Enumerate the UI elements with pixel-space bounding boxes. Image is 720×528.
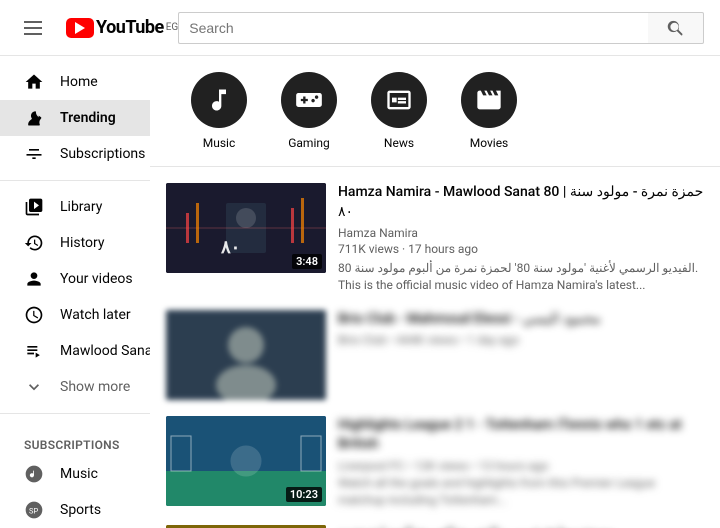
- trending-icon: [24, 108, 44, 128]
- hamburger-button[interactable]: [16, 13, 50, 43]
- yt-icon: [66, 18, 94, 38]
- video-channel-1: Hamza Namira: [338, 226, 704, 240]
- movies-label: Movies: [470, 136, 509, 150]
- video-item-2[interactable]: Brio Club - Mahmoud Elessi - محمود اليسي…: [150, 302, 720, 408]
- svg-text:SP: SP: [29, 506, 38, 515]
- music-icon: [205, 86, 233, 114]
- sub-music-icon: [24, 464, 44, 484]
- sidebar-item-history[interactable]: History: [0, 225, 150, 261]
- playlist-icon: [24, 341, 44, 361]
- news-label: News: [384, 136, 414, 150]
- sidebar-item-library[interactable]: Library: [0, 189, 150, 225]
- search-bar: [178, 12, 704, 44]
- app-layout: Home Trending Subscriptions Library His: [0, 56, 720, 528]
- show-more-label: Show more: [60, 379, 130, 395]
- video-info-2: Brio Club - Mahmoud Elessi - محمود اليسي…: [338, 310, 704, 400]
- video-item-4[interactable]: 8:15 وصفة مطبخ عربي - الشيرة العربية الم…: [150, 517, 720, 528]
- your-videos-icon: [24, 269, 44, 289]
- category-movies[interactable]: Movies: [444, 72, 534, 150]
- duration-badge-1: 3:48: [292, 254, 322, 269]
- sidebar-item-home[interactable]: Home: [0, 64, 150, 100]
- logo-country: EG: [166, 22, 179, 33]
- search-icon: [667, 19, 685, 37]
- sidebar-item-subscriptions[interactable]: Subscriptions: [0, 136, 150, 172]
- sidebar-label-library: Library: [60, 199, 102, 215]
- logo-text: YouTube: [96, 17, 164, 38]
- sidebar-label-subscriptions: Subscriptions: [60, 146, 145, 162]
- music-category-icon: [191, 72, 247, 128]
- sidebar-sub-music[interactable]: Music: [0, 456, 150, 492]
- video-channel-2: Brio Club • 444K views • 1 day ago: [338, 333, 704, 347]
- watch-later-icon: [24, 305, 44, 325]
- home-icon: [24, 72, 44, 92]
- subscriptions-icon: [24, 144, 44, 164]
- search-button[interactable]: [648, 12, 704, 44]
- sidebar-item-trending[interactable]: Trending: [0, 100, 150, 136]
- video-desc-3: Watch all the goals and highlights from …: [338, 475, 704, 509]
- video-desc-1: الفيديو الرسمي لأغنية 'مولود سنة 80' لحم…: [338, 260, 704, 294]
- person-thumbnail: [166, 310, 326, 400]
- header-left: YouTubeEG: [16, 13, 178, 43]
- sidebar-label-home: Home: [60, 74, 98, 90]
- youtube-logo[interactable]: YouTubeEG: [66, 17, 178, 38]
- svg-text:٨٠: ٨٠: [220, 237, 240, 258]
- subscriptions-section-title: SUBSCRIPTIONS: [0, 422, 150, 456]
- divider-2: [0, 413, 150, 414]
- video-title-4: وصفة مطبخ عربي - الشيرة العربية المنزلية…: [338, 525, 704, 528]
- category-music[interactable]: Music: [174, 72, 264, 150]
- video-thumbnail-2: [166, 310, 326, 400]
- sidebar-label-playlist: Mawlood Sanat 80 Al...: [60, 343, 150, 359]
- category-gaming[interactable]: Gaming: [264, 72, 354, 150]
- video-title-3: Highlights League 2 1 - Tottenham iTenni…: [338, 416, 704, 455]
- video-meta-1: 711K views · 17 hours ago: [338, 242, 704, 256]
- sidebar-item-watch-later[interactable]: Watch later: [0, 297, 150, 333]
- search-input[interactable]: [178, 12, 648, 44]
- video-info-4: وصفة مطبخ عربي - الشيرة العربية المنزلية…: [338, 525, 704, 528]
- library-icon: [24, 197, 44, 217]
- sidebar-sub-sports[interactable]: SP Sports: [0, 492, 150, 528]
- video-list: ٨٠ 3:48 Hamza Namira - Mawlood Sanat 80 …: [150, 167, 720, 528]
- video-item-3[interactable]: 10:23 Highlights League 2 1 - Tottenham …: [150, 408, 720, 517]
- sidebar-sub-music-label: Music: [60, 466, 98, 482]
- video-thumbnail-3: 10:23: [166, 416, 326, 506]
- duration-badge-3: 10:23: [286, 487, 322, 502]
- news-icon: [385, 86, 413, 114]
- sub-sports-icon: SP: [24, 500, 44, 520]
- gaming-icon: [295, 86, 323, 114]
- sidebar-label-trending: Trending: [60, 110, 116, 126]
- chevron-down-icon: [24, 377, 44, 397]
- video-title-1: Hamza Namira - Mawlood Sanat 80 | حمزة ن…: [338, 183, 704, 222]
- sidebar-label-your-videos: Your videos: [60, 271, 133, 287]
- category-news[interactable]: News: [354, 72, 444, 150]
- app-header: YouTubeEG: [0, 0, 720, 56]
- video-item-1[interactable]: ٨٠ 3:48 Hamza Namira - Mawlood Sanat 80 …: [150, 175, 720, 302]
- movies-icon: [475, 86, 503, 114]
- sidebar-item-your-videos[interactable]: Your videos: [0, 261, 150, 297]
- divider-1: [0, 180, 150, 181]
- gaming-category-icon: [281, 72, 337, 128]
- movies-category-icon: [461, 72, 517, 128]
- history-icon: [24, 233, 44, 253]
- sidebar-item-playlist[interactable]: Mawlood Sanat 80 Al...: [0, 333, 150, 369]
- sidebar: Home Trending Subscriptions Library His: [0, 56, 150, 528]
- sidebar-label-watch-later: Watch later: [60, 307, 131, 323]
- news-category-icon: [371, 72, 427, 128]
- video-thumbnail-1: ٨٠ 3:48: [166, 183, 326, 273]
- main-content: Music Gaming News Movies: [150, 56, 720, 528]
- video-channel-3: Liverpool FC • 12K views • 13 hours ago: [338, 459, 704, 473]
- video-info-1: Hamza Namira - Mawlood Sanat 80 | حمزة ن…: [338, 183, 704, 294]
- sidebar-label-history: History: [60, 235, 105, 251]
- video-info-3: Highlights League 2 1 - Tottenham iTenni…: [338, 416, 704, 509]
- sidebar-sub-sports-label: Sports: [60, 502, 101, 518]
- show-more-button[interactable]: Show more: [0, 369, 150, 405]
- categories-bar: Music Gaming News Movies: [150, 56, 720, 167]
- music-label: Music: [203, 136, 235, 150]
- food-thumbnail: [166, 525, 326, 528]
- video-title-2: Brio Club - Mahmoud Elessi - محمود اليسي: [338, 310, 704, 330]
- gaming-label: Gaming: [288, 136, 330, 150]
- video-thumbnail-4: 8:15: [166, 525, 326, 528]
